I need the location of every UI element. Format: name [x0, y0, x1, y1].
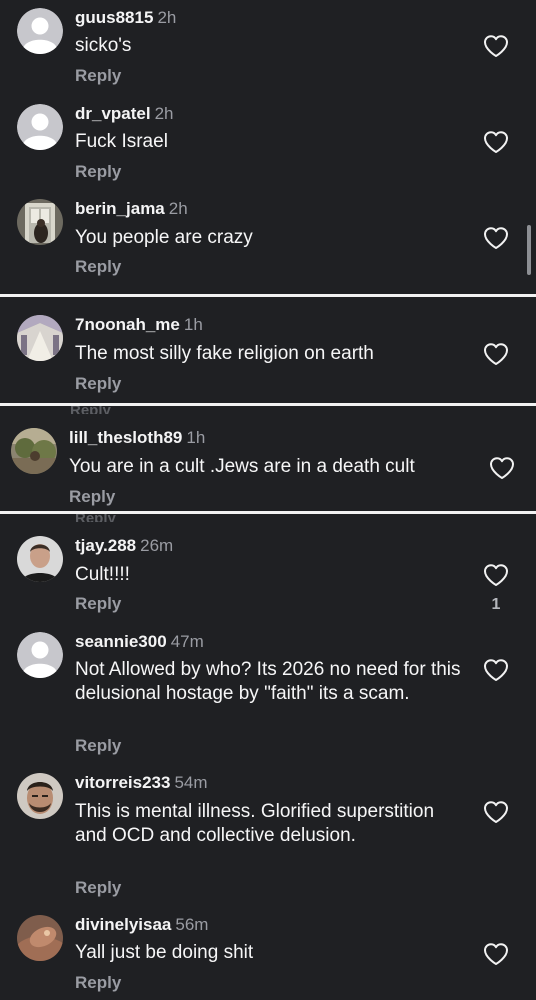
comment-text: Fuck Israel	[75, 131, 168, 152]
comment-username[interactable]: vitorreis233	[75, 773, 170, 792]
comment-username[interactable]: divinelyisaa	[75, 915, 171, 934]
comment-meta: guus8815 2h	[75, 8, 176, 28]
photo-avatar-doorway[interactable]	[17, 199, 63, 245]
comment-text: This is mental illness. Glorified supers…	[75, 801, 435, 846]
comment-username[interactable]: 7noonah_me	[75, 315, 180, 334]
cropped-reply-text: Reply	[75, 514, 116, 522]
reply-button[interactable]: Reply	[75, 374, 121, 394]
comment-meta: seannie300 47m	[75, 632, 204, 652]
photo-avatar-outdoor[interactable]	[11, 428, 57, 474]
heart-outline-icon[interactable]	[483, 34, 509, 58]
comment-meta: tjay.288 26m	[75, 536, 173, 556]
comment-text: Yall just be doing shit	[75, 942, 254, 963]
comment-time: 56m	[175, 915, 209, 934]
comment-meta: vitorreis233 54m	[75, 773, 208, 793]
reply-button[interactable]: Reply	[75, 594, 121, 614]
heart-outline-icon[interactable]	[483, 342, 509, 366]
comment-time: 47m	[170, 632, 204, 651]
heart-outline-icon[interactable]	[483, 226, 509, 250]
comment-username[interactable]: seannie300	[75, 632, 167, 651]
default-avatar[interactable]	[17, 632, 63, 678]
comment-username[interactable]: tjay.288	[75, 536, 136, 555]
photo-avatar-person[interactable]	[17, 536, 63, 582]
heart-outline-icon[interactable]	[489, 456, 515, 480]
comment-text: Cult!!!!	[75, 564, 130, 585]
heart-outline-icon[interactable]	[483, 942, 509, 966]
comment-meta: berin_jama 2h	[75, 199, 188, 219]
photo-avatar-hand[interactable]	[17, 915, 63, 961]
heart-outline-icon[interactable]	[483, 658, 509, 682]
comment-meta: divinelyisaa 56m	[75, 915, 208, 935]
comment-time: 2h	[154, 104, 174, 123]
reply-button[interactable]: Reply	[75, 257, 121, 277]
comment-meta: dr_vpatel 2h	[75, 104, 174, 124]
comment-meta: lill_thesloth89 1h	[69, 428, 205, 448]
comment-time: 2h	[157, 8, 177, 27]
comment-username[interactable]: berin_jama	[75, 199, 165, 218]
comment-text: The most silly fake religion on earth	[75, 343, 374, 364]
cropped-reply-text: Reply	[70, 406, 111, 414]
like-count: 1	[491, 596, 501, 613]
comment-text: sicko's	[75, 35, 132, 56]
reply-button[interactable]: Reply	[75, 973, 121, 993]
comment-text: Not Allowed by who? Its 2026 no need for…	[75, 659, 461, 704]
comment-username[interactable]: lill_thesloth89	[69, 428, 182, 447]
scrollbar[interactable]	[527, 225, 531, 275]
reply-button[interactable]: Reply	[75, 878, 121, 898]
comment-time: 26m	[140, 536, 174, 555]
comment-username[interactable]: guus8815	[75, 8, 153, 27]
comment-time: 1h	[186, 428, 206, 447]
default-avatar[interactable]	[17, 104, 63, 150]
heart-outline-icon[interactable]	[483, 800, 509, 824]
heart-outline-icon[interactable]	[483, 130, 509, 154]
reply-button[interactable]: Reply	[75, 736, 121, 756]
reply-button[interactable]: Reply	[75, 162, 121, 182]
comment-meta: 7noonah_me 1h	[75, 315, 203, 335]
screenshot-divider	[0, 294, 536, 297]
photo-avatar-room[interactable]	[17, 315, 63, 361]
comment-text: You people are crazy	[75, 227, 253, 248]
reply-button[interactable]: Reply	[75, 66, 121, 86]
default-avatar[interactable]	[17, 8, 63, 54]
reply-button[interactable]: Reply	[69, 487, 115, 507]
comment-text: You are in a cult .Jews are in a death c…	[69, 456, 415, 477]
comment-time: 54m	[174, 773, 208, 792]
comment-time: 2h	[168, 199, 188, 218]
photo-avatar-face[interactable]	[17, 773, 63, 819]
comment-username[interactable]: dr_vpatel	[75, 104, 151, 123]
comment-time: 1h	[183, 315, 203, 334]
heart-outline-icon[interactable]	[483, 563, 509, 587]
